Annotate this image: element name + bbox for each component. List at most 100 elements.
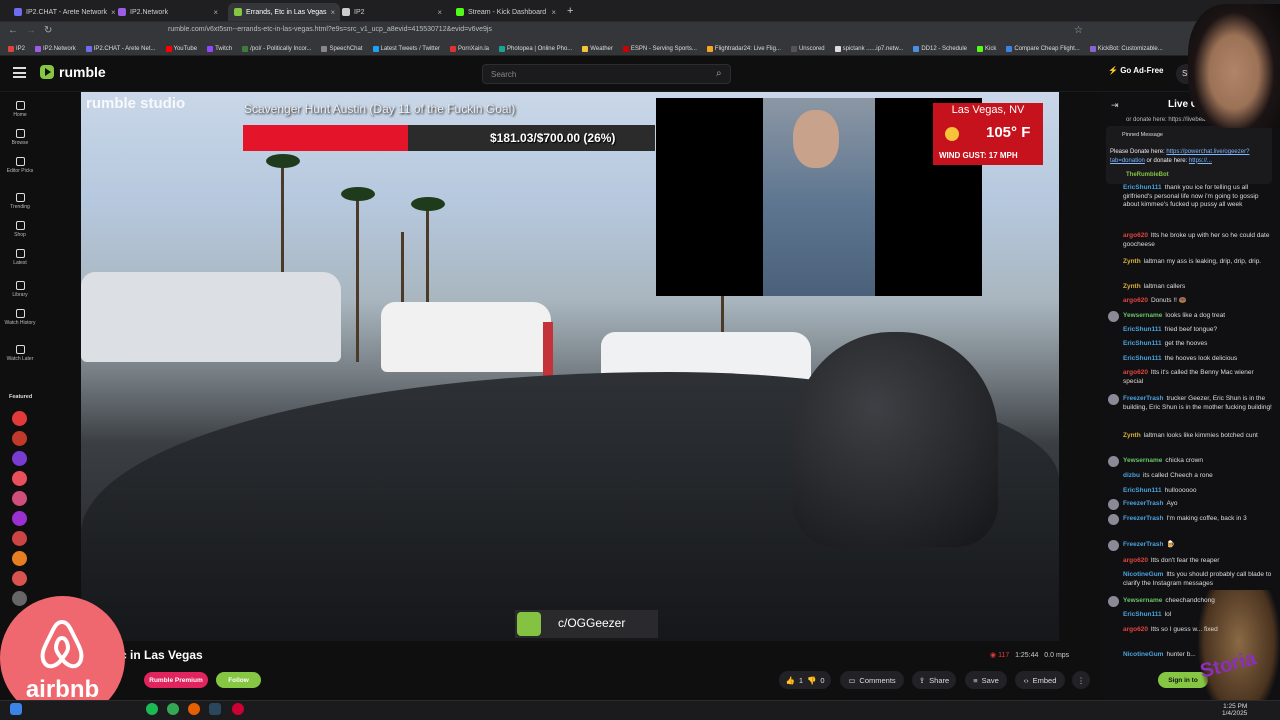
spotify-icon[interactable] bbox=[146, 703, 158, 715]
chat-text: looks like a dog treat bbox=[1165, 312, 1226, 319]
sidebar-item-watch-history[interactable]: Watch History bbox=[0, 309, 40, 326]
chat-username[interactable]: Zynth bbox=[1123, 283, 1141, 290]
bookmark-item[interactable]: DD12 - Schedule bbox=[913, 45, 967, 52]
chat-username[interactable]: dizbu bbox=[1123, 472, 1140, 479]
forward-icon[interactable]: → bbox=[26, 25, 36, 36]
browser-tab[interactable]: Stream - Kick Dashboard × bbox=[450, 3, 562, 21]
reload-icon[interactable]: ↻ bbox=[44, 25, 52, 36]
chat-username[interactable]: argo620 bbox=[1123, 369, 1148, 376]
close-tab-icon[interactable]: × bbox=[551, 8, 556, 17]
back-icon[interactable]: ← bbox=[8, 25, 18, 36]
pinned-link[interactable]: https://... bbox=[1189, 158, 1212, 164]
chat-username[interactable]: EricShun111 bbox=[1123, 355, 1162, 362]
close-tab-icon[interactable]: × bbox=[331, 8, 336, 17]
follow-button[interactable]: Follow bbox=[216, 672, 261, 688]
sidebar-item-shop[interactable]: Shop bbox=[0, 221, 40, 238]
close-tab-icon[interactable]: × bbox=[437, 8, 442, 17]
bookmark-item[interactable]: Latest Tweets / Twitter bbox=[372, 45, 440, 52]
chat-username[interactable]: EricShun111 bbox=[1123, 326, 1162, 333]
featured-channel-avatar[interactable] bbox=[12, 411, 27, 426]
sidebar-item-editor-picks[interactable]: Editor Picks bbox=[0, 157, 40, 174]
chat-username[interactable]: argo620 bbox=[1123, 232, 1148, 239]
thumbs-down-icon[interactable]: 👎 bbox=[807, 676, 816, 685]
start-icon[interactable] bbox=[10, 703, 22, 715]
more-options-button[interactable]: ⋮ bbox=[1072, 671, 1090, 689]
featured-channel-avatar[interactable] bbox=[12, 571, 27, 586]
thumbs-up-icon[interactable]: 👍 bbox=[785, 676, 794, 685]
chrome-icon[interactable] bbox=[167, 703, 179, 715]
featured-channel-avatar[interactable] bbox=[12, 511, 27, 526]
bookmark-item[interactable]: IP2.Network bbox=[35, 45, 76, 52]
chat-username[interactable]: Yewsername bbox=[1123, 597, 1162, 604]
chat-username[interactable]: EricShun111 bbox=[1123, 340, 1162, 347]
embed-button[interactable]: ‹› Embed bbox=[1015, 671, 1065, 689]
bookmark-item[interactable]: Kick bbox=[977, 45, 996, 52]
featured-channel-avatar[interactable] bbox=[12, 551, 27, 566]
steam-icon[interactable] bbox=[209, 703, 221, 715]
bookmark-star-icon[interactable]: ☆ bbox=[1074, 25, 1083, 36]
chat-username[interactable]: FreezerTrash bbox=[1123, 515, 1163, 522]
chat-username[interactable]: Yewsername bbox=[1123, 457, 1162, 464]
bookmark-item[interactable]: Weather bbox=[582, 45, 613, 52]
sidebar-item-library[interactable]: Library bbox=[0, 281, 40, 298]
save-button[interactable]: ≡ Save bbox=[965, 671, 1007, 689]
chat-username[interactable]: EricShun111 bbox=[1123, 184, 1162, 191]
featured-channel-avatar[interactable] bbox=[12, 471, 27, 486]
browser-tab[interactable]: IP2.Network × bbox=[112, 3, 224, 21]
featured-channel-avatar[interactable] bbox=[12, 591, 27, 606]
search-icon[interactable]: ⌕ bbox=[716, 68, 722, 79]
bookmark-item[interactable]: Twitch bbox=[207, 45, 232, 52]
browser-tab[interactable]: IP2 × bbox=[336, 3, 448, 21]
sidebar-item-browse[interactable]: Browse bbox=[0, 129, 40, 146]
featured-channel-avatar[interactable] bbox=[12, 531, 27, 546]
chat-username[interactable]: FreezerTrash bbox=[1123, 395, 1163, 402]
new-tab-icon[interactable]: + bbox=[567, 5, 573, 17]
bookmark-item[interactable]: YouTube bbox=[165, 45, 197, 52]
url-field[interactable]: rumble.com/v6xt5sm--errands-etc-in-las-v… bbox=[168, 26, 492, 33]
bookmark-item[interactable]: IP2 bbox=[8, 45, 25, 52]
bookmark-item[interactable]: Flightradar24: Live Flig... bbox=[706, 45, 781, 52]
go-ad-free-button[interactable]: ⚡ Go Ad-Free bbox=[1108, 66, 1163, 75]
rumble-logo[interactable]: rumble bbox=[40, 64, 106, 80]
chat-username[interactable]: NicotineGum bbox=[1123, 651, 1163, 658]
bookmark-item[interactable]: IP2.CHAT - Arete Net... bbox=[85, 45, 156, 52]
close-tab-icon[interactable]: × bbox=[213, 8, 218, 17]
featured-channel-avatar[interactable] bbox=[12, 451, 27, 466]
chat-username[interactable]: argo620 bbox=[1123, 557, 1148, 564]
chat-username[interactable]: argo620 bbox=[1123, 626, 1148, 633]
menu-icon[interactable] bbox=[13, 67, 26, 78]
chat-username[interactable]: argo620 bbox=[1123, 297, 1148, 304]
bookmark-item[interactable]: KickBot: Customizable... bbox=[1089, 45, 1163, 52]
bookmark-item[interactable]: spictank ......ip7.netw... bbox=[834, 45, 903, 52]
collapse-chat-icon[interactable]: ⇥ bbox=[1111, 100, 1119, 111]
chat-username[interactable]: FreezerTrash bbox=[1123, 541, 1163, 548]
bookmark-item[interactable]: Unscored bbox=[790, 45, 825, 52]
chat-username[interactable]: Zynth bbox=[1123, 258, 1141, 265]
app-icon[interactable] bbox=[232, 703, 244, 715]
bookmark-item[interactable]: Photopea | Online Pho... bbox=[499, 45, 572, 52]
chat-username[interactable]: Zynth bbox=[1123, 432, 1141, 439]
featured-channel-avatar[interactable] bbox=[12, 491, 27, 506]
bookmark-item[interactable]: Compare Cheap Flight... bbox=[1006, 45, 1080, 52]
sidebar-item-trending[interactable]: Trending bbox=[0, 193, 40, 210]
chat-username[interactable]: EricShun111 bbox=[1123, 611, 1162, 618]
browser-tab[interactable]: Errands, Etc in Las Vegas × bbox=[228, 3, 340, 21]
sidebar-item-home[interactable]: Home bbox=[0, 101, 40, 118]
bookmark-item[interactable]: SpeechChat bbox=[321, 45, 363, 52]
comments-button[interactable]: ▭ Comments bbox=[840, 671, 904, 689]
share-button[interactable]: ⇪ Share bbox=[912, 671, 956, 689]
chat-username[interactable]: NicotineGum bbox=[1123, 571, 1163, 578]
browser-tab[interactable]: IP2.CHAT - Arete Network × bbox=[8, 3, 120, 21]
chat-username[interactable]: EricShun111 bbox=[1123, 487, 1162, 494]
firefox-icon[interactable] bbox=[188, 703, 200, 715]
sidebar-item-latest[interactable]: Latest bbox=[0, 249, 40, 266]
sidebar-item-watch-later[interactable]: Watch Later bbox=[0, 345, 40, 362]
bookmark-item[interactable]: /pol/ - Politically Incor... bbox=[242, 45, 311, 52]
chat-username[interactable]: Yewsername bbox=[1123, 312, 1162, 319]
rumble-premium-button[interactable]: Rumble Premium bbox=[144, 672, 208, 688]
chat-username[interactable]: FreezerTrash bbox=[1123, 500, 1163, 507]
bookmark-item[interactable]: PornXain.la bbox=[449, 45, 489, 52]
featured-channel-avatar[interactable] bbox=[12, 431, 27, 446]
bookmark-item[interactable]: ESPN - Serving Sports... bbox=[622, 45, 697, 52]
search-input[interactable]: Search bbox=[482, 64, 731, 84]
